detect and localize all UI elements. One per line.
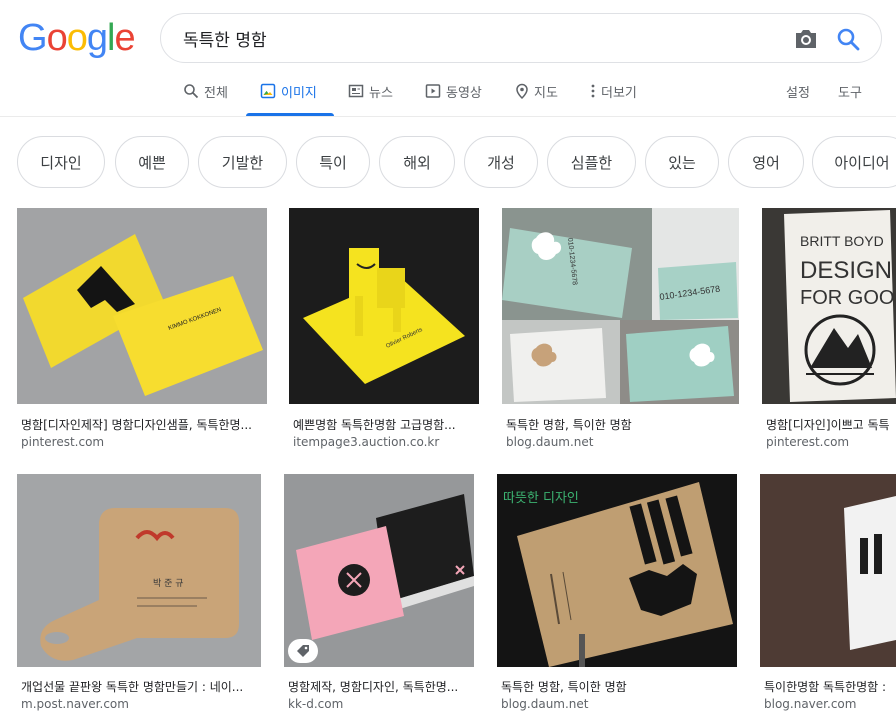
map-pin-icon: [516, 83, 528, 99]
video-icon: [425, 84, 441, 98]
result-site[interactable]: pinterest.com: [766, 435, 896, 449]
chip-overseas[interactable]: 해외: [379, 136, 455, 188]
more-vert-icon: [591, 84, 595, 98]
result-card[interactable]: 010-1234-5678 010-1234-5678 독특한 명함, 특이한 …: [502, 208, 739, 458]
search-icon[interactable]: [835, 26, 861, 52]
logo-letter: G: [18, 17, 48, 59]
refinement-chips: 디자인 예쁜 기발한 특이 해외 개성 심플한 있는 영어 아이디어: [0, 136, 896, 188]
result-title[interactable]: 독특한 명함, 특이한 명함: [506, 416, 739, 433]
result-image[interactable]: Olivier Roberts: [289, 208, 479, 404]
logo-letter: o: [46, 17, 68, 59]
chip-english[interactable]: 영어: [728, 136, 804, 188]
result-image[interactable]: 따뜻한 디자인: [497, 474, 737, 667]
camera-icon[interactable]: [793, 27, 819, 51]
tab-videos[interactable]: 동영상: [425, 82, 482, 101]
card-text: BRITT BOYD: [800, 233, 884, 249]
chip-with[interactable]: 있는: [645, 136, 719, 188]
search-input[interactable]: [183, 24, 763, 52]
result-site[interactable]: itempage3.auction.co.kr: [293, 435, 481, 449]
tab-more[interactable]: 더보기: [590, 82, 637, 101]
result-site[interactable]: kk-d.com: [288, 697, 476, 711]
result-title[interactable]: 개업선물 끝판왕 독특한 명함만들기 : 네이...: [21, 678, 261, 695]
result-card[interactable]: KIMMO KOKKONEN 명함[디자인제작] 명함디자인샘플, 독특한명..…: [17, 208, 267, 458]
tab-label: 지도: [534, 85, 558, 101]
result-image[interactable]: KIMMO KOKKONEN: [17, 208, 267, 404]
tab-images[interactable]: 이미지: [260, 82, 317, 101]
chip-simple[interactable]: 심플한: [547, 136, 636, 188]
result-card[interactable]: 따뜻한 디자인 독특한 명함, 특이한 명함 blog.daum.net: [497, 474, 739, 720]
search-box: [160, 13, 882, 63]
logo-letter: g: [86, 17, 108, 59]
result-title[interactable]: 명함[디자인제작] 명함디자인샘플, 독특한명...: [21, 416, 267, 433]
card-text: FOR GOOD: [800, 287, 896, 309]
tab-all[interactable]: 전체: [183, 82, 228, 101]
logo-letter: o: [66, 17, 88, 59]
logo-letter: l: [106, 17, 116, 59]
result-image[interactable]: 010-1234-5678 010-1234-5678: [502, 208, 739, 404]
result-site[interactable]: m.post.naver.com: [21, 697, 261, 711]
chip-unique[interactable]: 특이: [296, 136, 370, 188]
result-site[interactable]: blog.daum.net: [506, 435, 739, 449]
chip-design[interactable]: 디자인: [17, 136, 105, 188]
tag-badge: [288, 639, 318, 663]
result-card[interactable]: Olivier Roberts 예쁜명함 독특한명함 고급명함... itemp…: [289, 208, 481, 458]
tab-label: 동영상: [446, 85, 482, 101]
result-card[interactable]: 명함제작, 명함디자인, 독특한명... kk-d.com: [284, 474, 476, 720]
chip-clever[interactable]: 기발한: [198, 136, 287, 188]
chip-personality[interactable]: 개성: [464, 136, 538, 188]
result-card[interactable]: 특이한명함 독특한명함 : blog.naver.com: [760, 474, 896, 720]
tab-label: 더보기: [601, 85, 637, 101]
card-text: 따뜻한 디자인: [503, 491, 579, 506]
image-icon: [260, 83, 276, 99]
tab-label: 전체: [204, 85, 228, 101]
header-divider: [0, 116, 896, 117]
result-title[interactable]: 특이한명함 독특한명함 :: [764, 678, 896, 695]
result-site[interactable]: pinterest.com: [21, 435, 267, 449]
tab-news[interactable]: 뉴스: [348, 82, 393, 101]
result-card[interactable]: 박 준 규 개업선물 끝판왕 독특한 명함만들기 : 네이... m.post.…: [17, 474, 263, 720]
tab-maps[interactable]: 지도: [515, 82, 558, 101]
chip-idea[interactable]: 아이디어: [812, 136, 896, 188]
result-image[interactable]: [760, 474, 896, 667]
search-icon: [184, 84, 199, 99]
result-card[interactable]: BRITT BOYD DESIGN FOR GOOD 명함[디자인]이쁘고 독특…: [762, 208, 896, 458]
result-site[interactable]: blog.naver.com: [764, 697, 896, 711]
result-title[interactable]: 독특한 명함, 특이한 명함: [501, 678, 739, 695]
result-title[interactable]: 명함[디자인]이쁘고 독특: [766, 416, 896, 433]
result-image[interactable]: [284, 474, 474, 667]
result-image[interactable]: 박 준 규: [17, 474, 261, 667]
chip-pretty[interactable]: 예쁜: [115, 136, 189, 188]
tools-link[interactable]: 도구: [838, 82, 862, 101]
settings-link[interactable]: 설정: [786, 82, 810, 101]
card-text: DESIGN: [800, 257, 892, 284]
tab-label: 뉴스: [369, 85, 393, 101]
logo-letter: e: [114, 17, 135, 59]
result-site[interactable]: blog.daum.net: [501, 697, 739, 711]
tab-label: 이미지: [281, 85, 317, 101]
result-title[interactable]: 명함제작, 명함디자인, 독특한명...: [288, 678, 476, 695]
card-text: 박 준 규: [153, 578, 184, 589]
result-title[interactable]: 예쁜명함 독특한명함 고급명함...: [293, 416, 481, 433]
result-image[interactable]: BRITT BOYD DESIGN FOR GOOD: [762, 208, 896, 404]
search-tabs: 전체 이미지 뉴스 동영상 지도 더보기 설정 도구: [0, 64, 896, 116]
google-logo[interactable]: Google: [18, 17, 136, 59]
tag-icon: [297, 645, 309, 657]
news-icon: [348, 84, 364, 98]
